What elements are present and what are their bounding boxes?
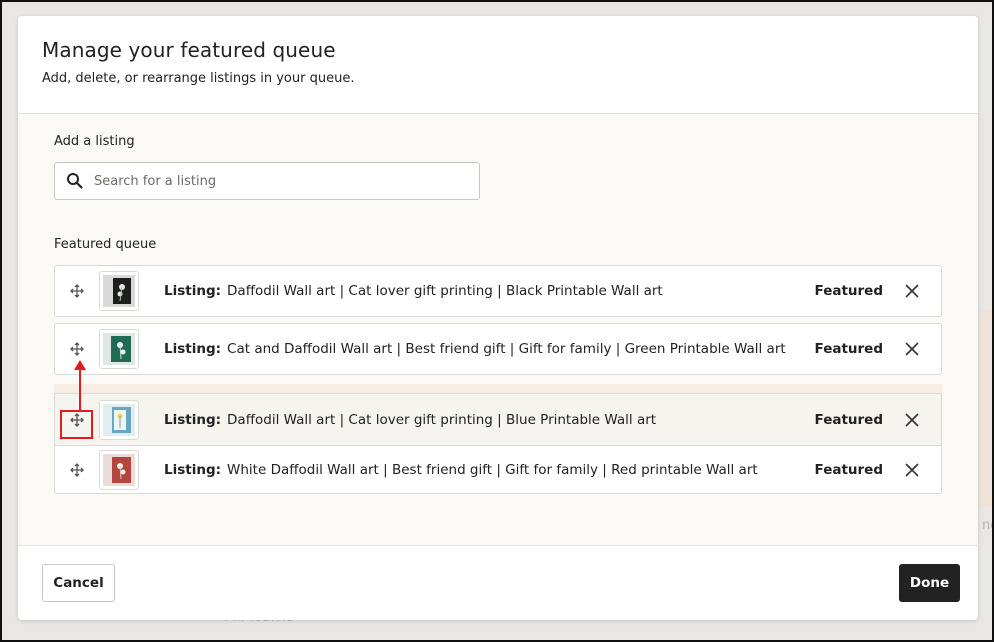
listing-prefix: Listing: (164, 341, 222, 357)
arrow-up-icon (74, 360, 86, 410)
listing-thumbnail (99, 399, 139, 440)
drag-handle-icon[interactable] (55, 342, 99, 356)
listing-prefix: Listing: (164, 283, 222, 299)
listing-title[interactable]: Daffodil Wall art | Cat lover gift print… (227, 412, 656, 428)
queue-row[interactable]: Listing: Cat and Daffodil Wall art | Best… (54, 323, 942, 375)
modal-body: Add a listing Featured queue (18, 114, 978, 545)
listing-thumbnail (99, 271, 139, 311)
queue-row[interactable]: Listing: Daffodil Wall art | Cat lover gi… (54, 393, 942, 445)
search-input[interactable] (94, 173, 479, 189)
featured-status: Featured (814, 341, 883, 357)
search-box[interactable] (54, 162, 480, 200)
listing-thumbnail (99, 329, 139, 369)
listing-title[interactable]: White Daffodil Wall art | Best friend gi… (227, 462, 758, 478)
cancel-button[interactable]: Cancel (42, 564, 115, 602)
featured-queue-label: Featured queue (54, 237, 157, 252)
listing-text: Listing: Cat and Daffodil Wall art | Best… (164, 341, 815, 357)
modal-subtitle: Add, delete, or rearrange listings in yo… (42, 71, 355, 86)
listing-thumbnail (99, 449, 139, 490)
queue-row[interactable]: Listing: White Daffodil Wall art | Best f… (54, 445, 942, 494)
listing-title[interactable]: Daffodil Wall art | Cat lover gift print… (227, 283, 663, 299)
listing-text: Listing: White Daffodil Wall art | Best f… (164, 462, 815, 478)
add-listing-label: Add a listing (54, 134, 135, 149)
thumbnail-image (103, 403, 135, 436)
close-icon[interactable] (903, 340, 921, 358)
modal-header: Manage your featured queue Add, delete, … (18, 16, 978, 114)
featured-queue-list: Listing: Daffodil Wall art | Cat lover gi… (54, 265, 942, 494)
featured-status: Featured (814, 283, 883, 299)
drag-handle-icon[interactable] (55, 284, 99, 298)
featured-status: Featured (814, 411, 883, 428)
thumbnail-image (103, 275, 135, 307)
drag-handle-icon[interactable] (55, 462, 99, 477)
thumbnail-image (103, 453, 135, 486)
close-icon[interactable] (903, 282, 921, 300)
close-icon[interactable] (903, 411, 921, 429)
done-button[interactable]: Done (899, 564, 960, 602)
background-card (978, 310, 994, 506)
modal-footer: Cancel Done (18, 545, 978, 620)
queue-row[interactable]: Listing: Daffodil Wall art | Cat lover gi… (54, 265, 942, 317)
close-icon[interactable] (903, 461, 921, 479)
search-icon (65, 171, 85, 191)
thumbnail-image (103, 333, 135, 365)
featured-queue-modal: Manage your featured queue Add, delete, … (18, 16, 978, 620)
listing-text: Listing: Daffodil Wall art | Cat lover gi… (164, 412, 815, 428)
featured-status: Featured (814, 461, 883, 478)
listing-title[interactable]: Cat and Daffodil Wall art | Best friend … (227, 341, 786, 357)
listing-prefix: Listing: (164, 411, 222, 428)
modal-title: Manage your featured queue (42, 38, 336, 62)
listing-text: Listing: Daffodil Wall art | Cat lover gi… (164, 283, 815, 299)
background-edge-text: nd (982, 518, 994, 533)
listing-prefix: Listing: (164, 461, 222, 478)
annotation-highlight-box (60, 410, 93, 439)
